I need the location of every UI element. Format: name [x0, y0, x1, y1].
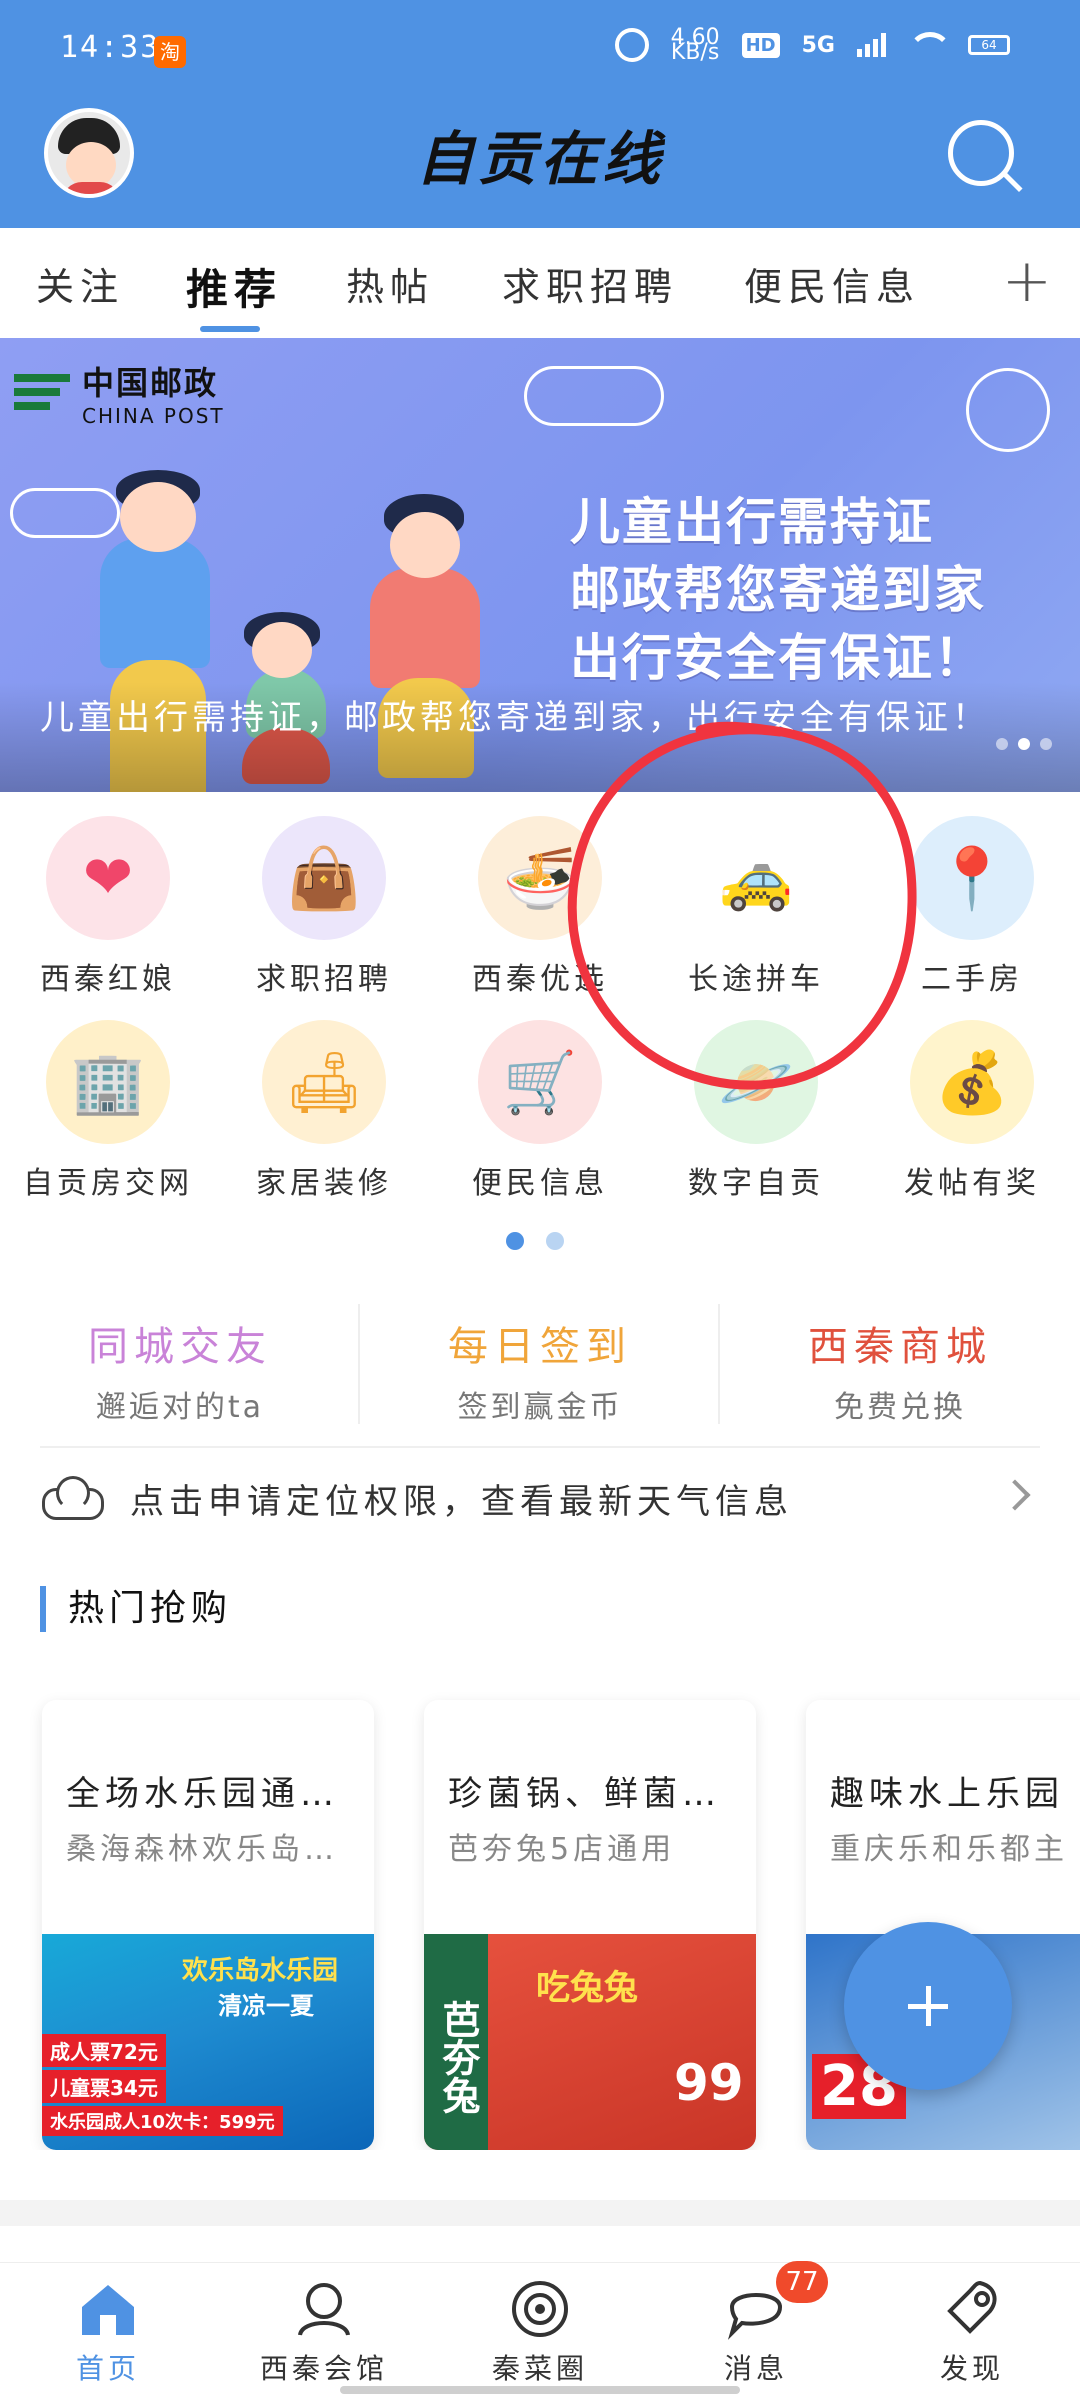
quick-subtitle: 免费兑换: [834, 1390, 966, 1425]
grid-item-home-decor[interactable]: 🛋 家居装修: [216, 1012, 432, 1212]
tab-jobs[interactable]: 求职招聘: [502, 256, 678, 311]
status-time: 14:33: [60, 30, 161, 65]
app-title: 自贡在线: [415, 125, 664, 193]
grid-item-jobs[interactable]: 👜 求职招聘: [216, 808, 432, 1008]
money-bag-icon: 💰: [910, 1020, 1034, 1144]
bottom-navigation: 首页 西秦会馆 秦菜圈 77 消息 发现: [0, 2261, 1080, 2400]
chevron-right-icon: [999, 1479, 1031, 1511]
hd-icon: HD: [741, 32, 780, 58]
quick-title: 西秦商城: [808, 1324, 992, 1370]
banner-caption: 儿童出行需持证，邮政帮您寄递到家，出行安全有保证！: [0, 682, 1080, 792]
weather-text: 点击申请定位权限，查看最新天气信息: [130, 1482, 793, 1522]
stroller-icon: 🛒: [478, 1020, 602, 1144]
china-post-name: 中国邮政: [82, 364, 219, 402]
home-indicator: [340, 2386, 740, 2394]
signal-bars-icon: [857, 33, 886, 57]
deal-card[interactable]: 珍菌锅、鲜菌… 芭夯兔5店通用 芭夯兔 吃兔兔 99: [424, 1700, 756, 2150]
deal-name: 全场水乐园通…: [66, 1774, 339, 1814]
china-post-name-en: CHINA POST: [82, 404, 225, 428]
section-title-hot-deals: 热门抢购: [40, 1586, 232, 1632]
top-bar: 14:33 淘 4.60 KB/s HD 5G 64 自贡在线: [0, 0, 1080, 228]
grid-item-community-info[interactable]: 🛒 便民信息: [432, 1012, 648, 1212]
unread-badge: 77: [776, 2261, 828, 2303]
building-icon: 🏢: [46, 1020, 170, 1144]
bag-icon: 👜: [262, 816, 386, 940]
china-post-logo: 中国邮政 CHINA POST: [14, 358, 225, 428]
quick-title: 每日签到: [448, 1324, 632, 1370]
nav-home[interactable]: 首页: [0, 2263, 216, 2400]
search-icon[interactable]: [944, 116, 1024, 196]
grid-item-post-reward[interactable]: 💰 发帖有奖: [864, 1012, 1080, 1212]
nav-xiqin-hall[interactable]: 西秦会馆: [216, 2263, 432, 2400]
quick-title: 同城交友: [88, 1324, 272, 1370]
home-icon: [82, 2285, 134, 2335]
nav-discover[interactable]: 发现: [864, 2263, 1080, 2400]
create-post-button[interactable]: [844, 1922, 1012, 2090]
banner-pagination: [996, 738, 1052, 750]
nav-food-circle[interactable]: 秦菜圈: [432, 2263, 648, 2400]
cloud-decoration: [524, 366, 664, 426]
bowl-icon: 🍜: [478, 816, 602, 940]
deal-merchant: 重庆乐和乐都主: [830, 1832, 1068, 1867]
tab-follow[interactable]: 关注: [36, 256, 124, 311]
section-divider: [0, 2200, 1080, 2226]
tab-community-info[interactable]: 便民信息: [744, 256, 920, 311]
signal-type: 5G: [801, 32, 835, 58]
deal-merchant: 桑海森林欢乐岛…: [66, 1832, 338, 1867]
grid-item-digital-zigong[interactable]: 🪐 数字自贡: [648, 1012, 864, 1212]
quick-mall[interactable]: 西秦商城 免费兑换: [720, 1290, 1080, 1440]
china-post-icon: [14, 364, 72, 422]
grid-item-matchmaker[interactable]: ❤ 西秦红娘: [0, 808, 216, 1008]
wifi-icon: [908, 32, 952, 58]
deal-image: 欢乐岛水乐园 清凉一夏 成人票72元 儿童票34元 水乐园成人10次卡：599元: [42, 1934, 374, 2150]
orbit-icon: [512, 2281, 568, 2337]
deal-name: 趣味水上乐园: [830, 1774, 1064, 1814]
battery-icon: 64: [968, 35, 1010, 55]
quick-friends[interactable]: 同城交友 邂逅对的ta: [0, 1290, 360, 1440]
grid-item-select[interactable]: 🍜 西秦优选: [432, 808, 648, 1008]
rocket-icon: [947, 2280, 997, 2334]
balloon-decoration: [966, 368, 1050, 452]
grid-item-house-exchange[interactable]: 🏢 自贡房交网: [0, 1012, 216, 1212]
grid-pagination: [506, 1232, 564, 1250]
tab-recommend[interactable]: 推荐: [186, 256, 282, 317]
banner-headline: 儿童出行需持证 邮政帮您寄递到家 出行安全有保证！: [570, 493, 986, 687]
deal-card[interactable]: 全场水乐园通… 桑海森林欢乐岛… 欢乐岛水乐园 清凉一夏 成人票72元 儿童票3…: [42, 1700, 374, 2150]
deal-name: 珍菌锅、鲜菌…: [448, 1774, 721, 1814]
taobao-notification-icon: 淘: [154, 36, 186, 68]
grid-item-carpool[interactable]: 🚕 长途拼车: [648, 808, 864, 1008]
alarm-icon: [614, 28, 649, 62]
tab-hot-posts[interactable]: 热帖: [346, 256, 434, 311]
network-speed: 4.60 KB/s: [670, 25, 720, 65]
quick-checkin[interactable]: 每日签到 签到赢金币: [360, 1290, 720, 1440]
sofa-icon: 🛋: [262, 1020, 386, 1144]
quick-links: 同城交友 邂逅对的ta 每日签到 签到赢金币 西秦商城 免费兑换: [0, 1290, 1080, 1440]
cloud-icon: [42, 1476, 104, 1520]
planet-icon: 🪐: [694, 1020, 818, 1144]
status-icons: 4.60 KB/s HD 5G 64: [614, 25, 1010, 65]
app-screen: 14:33 淘 4.60 KB/s HD 5G 64 自贡在线 关注 推荐 热帖 …: [0, 0, 1080, 2400]
service-grid: ❤ 西秦红娘 👜 求职招聘 🍜 西秦优选 🚕 长途拼车 📍 二手房 🏢 自贡房交…: [0, 808, 1080, 1208]
quick-subtitle: 签到赢金币: [457, 1390, 623, 1425]
nav-messages[interactable]: 77 消息: [648, 2261, 864, 2400]
promo-banner[interactable]: 中国邮政 CHINA POST 儿童出行需持证 邮政帮您寄递到家 出行安全有保证…: [0, 338, 1080, 792]
people-icon: [298, 2283, 350, 2336]
deal-image: 芭夯兔 吃兔兔 99: [424, 1934, 756, 2150]
deal-merchant: 芭夯兔5店通用: [448, 1832, 676, 1867]
active-tab-indicator: [200, 326, 260, 332]
add-tab-icon[interactable]: +: [1002, 246, 1052, 316]
status-bar: 14:33 淘 4.60 KB/s HD 5G 64: [0, 0, 1080, 100]
grid-item-second-hand-house[interactable]: 📍 二手房: [864, 808, 1080, 1008]
car-icon: 🚕: [694, 816, 818, 940]
heart-icon: ❤: [46, 816, 170, 940]
quick-subtitle: 邂逅对的ta: [95, 1390, 265, 1425]
location-pin-icon: 📍: [910, 816, 1034, 940]
weather-permission-row[interactable]: 点击申请定位权限，查看最新天气信息: [40, 1446, 1040, 1546]
category-tabs: 关注 推荐 热帖 求职招聘 便民信息 +: [0, 228, 1080, 338]
